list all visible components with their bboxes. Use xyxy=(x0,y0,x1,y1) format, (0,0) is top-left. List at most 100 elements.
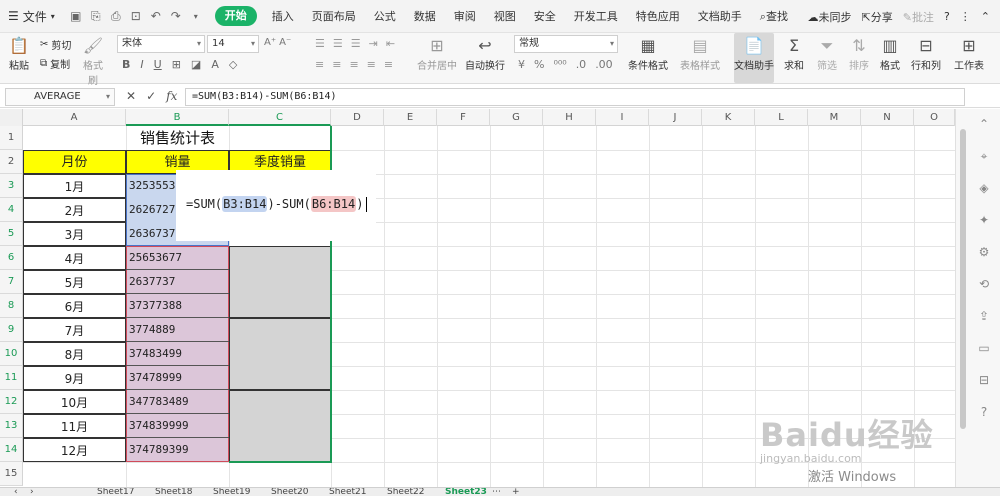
month-cell[interactable]: 5月 xyxy=(23,270,126,294)
month-cell[interactable]: 9月 xyxy=(23,366,126,390)
number-format-select[interactable]: 常规 ▾ xyxy=(514,35,618,53)
month-cell[interactable]: 7月 xyxy=(23,318,126,342)
column-header[interactable]: J xyxy=(649,109,702,126)
column-header[interactable]: K xyxy=(702,109,755,126)
more-icon[interactable]: ⋮ xyxy=(960,10,971,23)
increase-decimal-icon[interactable]: .0 xyxy=(576,58,587,71)
scroll-left-icon[interactable]: ‹ xyxy=(14,488,18,496)
clear-icon[interactable]: ◇ xyxy=(229,58,237,71)
align-top-icon[interactable]: ☰ xyxy=(315,37,325,50)
name-box[interactable]: AVERAGE ▾ xyxy=(5,88,115,106)
border-icon[interactable]: ⊞ xyxy=(172,58,181,71)
file-menu[interactable]: ☰ 文件 ▾ xyxy=(0,0,63,33)
month-cell[interactable]: 12月 xyxy=(23,438,126,462)
align-right-icon[interactable]: ≡ xyxy=(349,58,358,71)
increase-font-icon[interactable]: A⁺ xyxy=(264,37,276,48)
sheet-tab[interactable]: Sheet22 xyxy=(387,488,424,496)
sales-cell[interactable]: 347783489 xyxy=(126,390,229,414)
underline-icon[interactable]: U xyxy=(154,58,162,71)
row-header[interactable]: 9 xyxy=(0,318,23,342)
font-size-select[interactable]: 14 ▾ xyxy=(207,35,259,53)
print-preview-icon[interactable]: ⊡ xyxy=(129,9,143,23)
column-header[interactable]: O xyxy=(914,109,955,126)
style-icon[interactable]: ✦ xyxy=(974,213,994,231)
sheet-tab[interactable]: Sheet19 xyxy=(213,488,250,496)
month-cell[interactable]: 11月 xyxy=(23,414,126,438)
bold-icon[interactable]: B xyxy=(122,58,130,71)
sales-cell[interactable]: 37483499 xyxy=(126,342,229,366)
currency-icon[interactable]: ¥ xyxy=(518,58,525,71)
fill-color-icon[interactable]: ◪ xyxy=(191,58,201,71)
rows-cols-button[interactable]: ⊟ 行和列 xyxy=(908,35,944,72)
property-icon[interactable]: ⚙ xyxy=(974,245,994,263)
sales-cell[interactable]: 3774889 xyxy=(126,318,229,342)
row-header[interactable]: 4 xyxy=(0,198,23,222)
comment-button[interactable]: ✎批注 xyxy=(903,9,934,25)
vertical-scrollbar[interactable] xyxy=(960,129,966,429)
align-left-icon[interactable]: ≡ xyxy=(315,58,324,71)
format-painter-button[interactable]: 🖌 格式刷 xyxy=(80,35,106,87)
column-header[interactable]: B xyxy=(126,109,229,126)
cut-button[interactable]: ✂ 剪切 xyxy=(40,37,71,52)
justify-icon[interactable]: ≡ xyxy=(367,58,376,71)
indent-icon[interactable]: ⇥ xyxy=(369,37,378,50)
redo-icon[interactable]: ↷ xyxy=(169,9,183,23)
row-header[interactable]: 10 xyxy=(0,342,23,366)
backup-icon[interactable]: ⟲ xyxy=(974,277,994,295)
more-sheets-icon[interactable]: ⋯ xyxy=(492,488,501,496)
save-icon[interactable]: ▣ xyxy=(69,9,83,23)
share-panel-icon[interactable]: ⇪ xyxy=(974,309,994,327)
sheet-tab-active[interactable]: Sheet23 xyxy=(445,488,487,496)
sheet-tab[interactable]: Sheet17 xyxy=(97,488,134,496)
sheet-tab[interactable]: Sheet20 xyxy=(271,488,308,496)
paste-button[interactable]: 📋 粘贴 xyxy=(6,35,32,72)
print-icon[interactable]: ⎙ xyxy=(109,9,123,24)
align-bottom-icon[interactable]: ☰ xyxy=(351,37,361,50)
table-style-button[interactable]: ▤ 表格样式 xyxy=(676,35,724,72)
chevron-up-icon[interactable]: ⌃ xyxy=(974,117,994,135)
align-center-icon[interactable]: ≡ xyxy=(332,58,341,71)
tab-home[interactable]: 开始 xyxy=(214,6,257,26)
copy-button[interactable]: ⧉ 复制 xyxy=(40,56,70,71)
month-cell[interactable]: 3月 xyxy=(23,222,126,246)
tab-special[interactable]: 特色应用 xyxy=(627,0,689,33)
sales-cell[interactable]: 374839999 xyxy=(126,414,229,438)
header-month[interactable]: 月份 xyxy=(23,150,126,174)
doc-helper-button[interactable]: 📄 文档助手 xyxy=(734,35,774,72)
tab-formulas[interactable]: 公式 xyxy=(365,0,405,33)
column-header[interactable]: M xyxy=(808,109,861,126)
column-header[interactable]: L xyxy=(755,109,808,126)
month-cell[interactable]: 4月 xyxy=(23,246,126,270)
chevron-down-icon[interactable]: ▾ xyxy=(189,12,203,21)
fx-icon[interactable]: fx xyxy=(166,89,177,103)
undo-icon[interactable]: ↶ xyxy=(149,9,163,23)
column-header[interactable]: G xyxy=(490,109,543,126)
tab-view[interactable]: 视图 xyxy=(485,0,525,33)
row-header[interactable]: 7 xyxy=(0,270,23,294)
font-color-icon[interactable]: A xyxy=(211,58,219,71)
worksheet-button[interactable]: ⊞ 工作表 xyxy=(950,35,988,72)
collapse-ribbon-icon[interactable]: ⌃ xyxy=(981,10,990,23)
tab-security[interactable]: 安全 xyxy=(525,0,565,33)
align-middle-icon[interactable]: ☰ xyxy=(333,37,343,50)
column-header[interactable]: C xyxy=(229,109,331,126)
sales-cell[interactable]: 25653677 xyxy=(126,246,229,270)
row-header[interactable]: 2 xyxy=(0,150,23,174)
tab-doc-helper[interactable]: 文档助手 xyxy=(689,0,751,33)
share-button[interactable]: ⇱分享 xyxy=(862,9,893,25)
month-cell[interactable]: 6月 xyxy=(23,294,126,318)
column-header[interactable]: A xyxy=(23,109,126,126)
row-header[interactable]: 11 xyxy=(0,366,23,390)
comment-panel-icon[interactable]: ▭ xyxy=(974,341,994,359)
sort-button[interactable]: ⇅ 排序 xyxy=(844,35,874,72)
column-header[interactable]: H xyxy=(543,109,596,126)
quarter-cell-q4[interactable] xyxy=(229,390,331,462)
italic-icon[interactable]: I xyxy=(140,58,143,71)
row-header[interactable]: 8 xyxy=(0,294,23,318)
sales-cell[interactable]: 37377388 xyxy=(126,294,229,318)
scroll-right-icon[interactable]: › xyxy=(30,488,34,496)
distribute-icon[interactable]: ≡ xyxy=(384,58,393,71)
sales-cell[interactable]: 2637737 xyxy=(126,270,229,294)
decrease-decimal-icon[interactable]: .00 xyxy=(595,58,613,71)
search-button[interactable]: ⌕查找 xyxy=(751,0,797,33)
